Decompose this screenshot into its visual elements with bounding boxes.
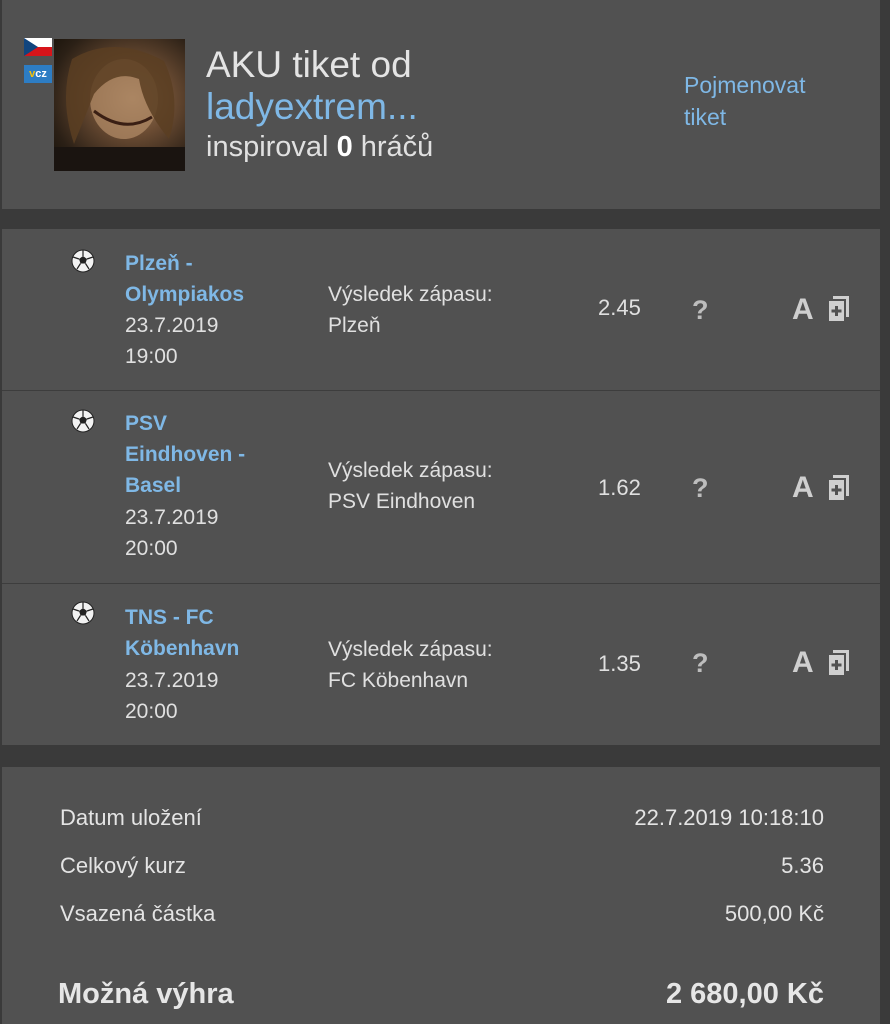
ticket-header: vcz AKU tiket od ladyextrem... inspirova…	[2, 0, 880, 209]
bet-type-badge: A	[792, 471, 814, 504]
match-datetime: 23.7.2019 19:00	[125, 314, 219, 368]
total-odds-label: Celkový kurz	[60, 853, 186, 878]
matches-list: Plzeň - Olympiakos 23.7.2019 19:00 Výslede…	[2, 229, 880, 745]
match-teams-link[interactable]: TNS - FC Köbenhavn	[125, 602, 295, 664]
stake-value: 500,00 Kč	[724, 901, 824, 926]
match-odd: 1.62	[598, 475, 641, 500]
soccer-ball-icon	[71, 601, 95, 625]
stake-label: Vsazená částka	[60, 901, 216, 926]
add-to-ticket-icon[interactable]	[827, 649, 851, 677]
match-teams-link[interactable]: Plzeň - Olympiakos	[125, 248, 295, 310]
match-datetime: 23.7.2019 20:00	[125, 669, 219, 723]
add-to-ticket-icon[interactable]	[827, 295, 851, 323]
avatar[interactable]	[54, 39, 185, 171]
czech-flag-icon	[24, 38, 52, 56]
bet-description: Výsledek zápasu: Plzeň	[328, 283, 493, 337]
status-unknown-icon: ?	[692, 473, 709, 503]
bet-description: Výsledek zápasu: PSV Eindhoven	[328, 459, 493, 513]
ticket-title: AKU tiket od	[206, 44, 412, 85]
add-to-ticket-icon[interactable]	[827, 474, 851, 502]
inspired-count-text: inspiroval 0 hráčů	[206, 131, 434, 163]
match-teams-link[interactable]: PSV Eindhoven - Basel	[125, 408, 295, 501]
rename-ticket-link[interactable]: Pojmenovat tiket	[684, 69, 854, 133]
soccer-ball-icon	[71, 249, 95, 273]
match-row: TNS - FC Köbenhavn 23.7.2019 20:00 Výslede…	[2, 584, 880, 745]
saved-date-label: Datum uložení	[60, 805, 202, 830]
match-row: PSV Eindhoven - Basel 23.7.2019 20:00 Výsle…	[2, 391, 880, 583]
country-badge: vcz	[24, 65, 52, 83]
match-datetime: 23.7.2019 20:00	[125, 506, 219, 560]
match-odd: 2.45	[598, 295, 641, 320]
soccer-ball-icon	[71, 409, 95, 433]
match-row: Plzeň - Olympiakos 23.7.2019 19:00 Výslede…	[2, 229, 880, 390]
possible-win-label: Možná výhra	[58, 978, 234, 1010]
possible-win-value: 2 680,00 Kč	[665, 978, 824, 1010]
bet-type-badge: A	[792, 293, 814, 326]
status-unknown-icon: ?	[692, 648, 709, 678]
status-unknown-icon: ?	[692, 295, 709, 325]
bet-description: Výsledek zápasu: FC Köbenhavn	[328, 638, 493, 692]
total-odds-value: 5.36	[781, 853, 824, 878]
match-odd: 1.35	[598, 651, 641, 676]
saved-date-value: 22.7.2019 10:18:10	[634, 805, 824, 830]
bet-type-badge: A	[792, 646, 814, 679]
author-link[interactable]: ladyextrem...	[206, 86, 418, 128]
